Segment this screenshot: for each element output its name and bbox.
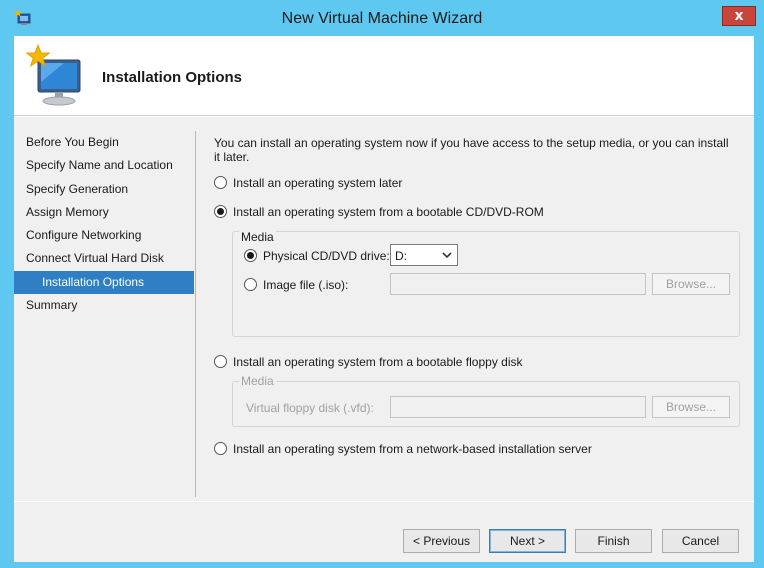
install-from-floppy-label[interactable]: Install an operating system from a boota… <box>233 355 523 369</box>
chevron-down-icon <box>442 252 452 259</box>
physical-drive-label[interactable]: Physical CD/DVD drive: <box>263 249 390 263</box>
nav-item-assign-memory[interactable]: Assign Memory <box>14 201 194 224</box>
nav-item-connect-virtual-hard-disk[interactable]: Connect Virtual Hard Disk <box>14 247 194 270</box>
nav-item-before-you-begin[interactable]: Before You Begin <box>14 131 194 154</box>
cd-media-group-title: Media <box>239 230 276 244</box>
nav-item-summary[interactable]: Summary <box>14 294 194 317</box>
install-from-cd-label[interactable]: Install an operating system from a boota… <box>233 205 544 219</box>
nav-item-configure-networking[interactable]: Configure Networking <box>14 224 194 247</box>
physical-drive-radio[interactable] <box>244 249 257 262</box>
next-button[interactable]: Next > <box>489 529 566 553</box>
nav-item-specify-generation[interactable]: Specify Generation <box>14 178 194 201</box>
vfd-input[interactable] <box>390 396 646 418</box>
physical-drive-select[interactable]: D: <box>390 244 458 266</box>
intro-text: You can install an operating system now … <box>214 136 729 164</box>
floppy-media-group: Media Virtual floppy disk (.vfd): Browse… <box>232 374 740 427</box>
wizard-window: New Virtual Machine Wizard x Installatio… <box>0 0 764 568</box>
wizard-nav: Before You Begin Specify Name and Locati… <box>14 131 194 317</box>
image-browse-button[interactable]: Browse... <box>652 273 730 295</box>
previous-button[interactable]: < Previous <box>403 529 480 553</box>
install-from-network-radio[interactable] <box>214 442 227 455</box>
installation-options-panel: You can install an operating system now … <box>214 117 744 501</box>
cancel-button[interactable]: Cancel <box>662 529 739 553</box>
physical-drive-value: D: <box>395 249 407 263</box>
image-file-radio[interactable] <box>244 278 257 291</box>
wizard-header: Installation Options <box>14 36 754 116</box>
nav-divider <box>195 131 196 497</box>
nav-item-specify-name-and-location[interactable]: Specify Name and Location <box>14 154 194 177</box>
cd-media-group: Media Physical CD/DVD drive: D: Image fi… <box>232 230 740 337</box>
window-title: New Virtual Machine Wizard <box>281 10 483 27</box>
install-from-floppy-radio[interactable] <box>214 355 227 368</box>
wizard-footer: < Previous Next > Finish Cancel <box>14 501 754 562</box>
page-title: Installation Options <box>102 69 243 86</box>
title-bar[interactable]: New Virtual Machine Wizard x <box>0 0 764 36</box>
wizard-body: Before You Begin Specify Name and Locati… <box>14 117 754 501</box>
virtual-machine-icon <box>25 44 81 106</box>
image-file-input[interactable] <box>390 273 646 295</box>
vfd-label: Virtual floppy disk (.vfd): <box>246 401 374 415</box>
install-from-network-label[interactable]: Install an operating system from a netwo… <box>233 442 592 456</box>
finish-button[interactable]: Finish <box>575 529 652 553</box>
install-later-radio[interactable] <box>214 176 227 189</box>
close-button[interactable]: x <box>722 6 756 26</box>
image-file-label[interactable]: Image file (.iso): <box>263 278 348 292</box>
install-from-cd-radio[interactable] <box>214 205 227 218</box>
vfd-browse-button[interactable]: Browse... <box>652 396 730 418</box>
nav-item-installation-options[interactable]: Installation Options <box>14 270 194 295</box>
install-later-label[interactable]: Install an operating system later <box>233 176 402 190</box>
floppy-media-group-title: Media <box>239 374 276 388</box>
wizard-client-area: Installation Options Before You Begin Sp… <box>14 36 754 562</box>
